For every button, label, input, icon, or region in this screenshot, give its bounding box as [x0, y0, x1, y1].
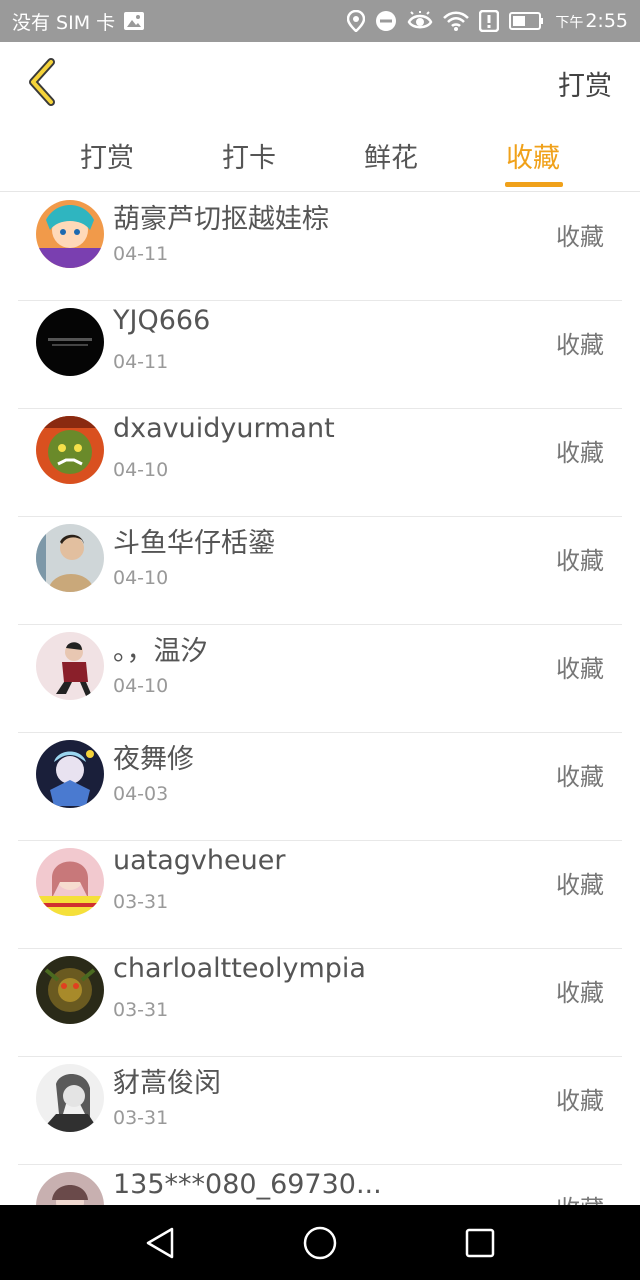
- avatar[interactable]: [36, 1064, 104, 1132]
- list-item[interactable]: 夜舞修 04-03 收藏: [18, 733, 622, 841]
- triangle-back-icon: [146, 1227, 174, 1259]
- chevron-left-icon: [29, 58, 55, 106]
- favorite-label: 收藏: [556, 1087, 604, 1115]
- eye-icon: [407, 11, 433, 31]
- favorite-label: 收藏: [556, 871, 604, 899]
- user-name: uatagvheuer: [113, 845, 286, 876]
- favorite-label: 收藏: [556, 331, 604, 359]
- navigation-bar: [0, 1205, 640, 1280]
- user-name: dxavuidyurmant: [113, 413, 335, 444]
- list-item[interactable]: YJQ666 04-11 收藏: [18, 301, 622, 409]
- alert-icon: [479, 10, 500, 32]
- square-recents-icon: [465, 1228, 495, 1258]
- item-date: 04-10: [113, 459, 169, 481]
- item-date: 04-03: [113, 783, 169, 805]
- do-not-disturb-icon: [375, 10, 397, 32]
- user-name: 135***080_69730...: [113, 1169, 382, 1200]
- avatar[interactable]: [36, 848, 104, 916]
- item-date: 04-10: [113, 675, 169, 697]
- item-date: 03-31: [113, 891, 169, 913]
- avatar[interactable]: [36, 632, 104, 700]
- list-item[interactable]: 135***080_69730... 收藏: [18, 1165, 622, 1205]
- clock: 下午 2:55: [555, 10, 628, 32]
- avatar[interactable]: [36, 200, 104, 268]
- avatar[interactable]: [36, 1172, 104, 1205]
- wifi-icon: [443, 11, 470, 31]
- time-text: 2:55: [585, 10, 628, 32]
- user-name: 。，温汐: [113, 636, 208, 667]
- tab-flowers[interactable]: 鲜花: [336, 136, 446, 175]
- list-item[interactable]: 斗鱼华仔栝鎏 04-10 收藏: [18, 517, 622, 625]
- list-item[interactable]: dxavuidyurmant 04-10 收藏: [18, 409, 622, 517]
- active-tab-indicator: [505, 182, 563, 187]
- item-date: 03-31: [113, 999, 169, 1021]
- nav-recents-button[interactable]: [460, 1223, 500, 1263]
- favorite-label: 收藏: [556, 547, 604, 575]
- favorite-label: 收藏: [556, 979, 604, 1007]
- favorite-label: 收藏: [556, 763, 604, 791]
- avatar[interactable]: [36, 524, 104, 592]
- app-header: 打赏: [0, 42, 640, 122]
- nav-back-button[interactable]: [140, 1223, 180, 1263]
- avatar[interactable]: [36, 416, 104, 484]
- tab-reward[interactable]: 打赏: [52, 136, 162, 175]
- time-prefix: 下午: [555, 15, 584, 31]
- list-item[interactable]: charloaltteolympia 03-31 收藏: [18, 949, 622, 1057]
- tab-favorites[interactable]: 收藏: [478, 136, 588, 175]
- tab-bar: 打赏 打卡 鲜花 收藏: [0, 122, 640, 192]
- item-date: 04-10: [113, 567, 169, 589]
- item-date: 04-11: [113, 243, 169, 265]
- avatar[interactable]: [36, 740, 104, 808]
- avatar[interactable]: [36, 956, 104, 1024]
- item-date: 04-11: [113, 351, 169, 373]
- user-name: 葫豪芦切抠越娃棕: [113, 204, 329, 235]
- user-name: charloaltteolympia: [113, 953, 366, 984]
- battery-icon: [509, 11, 545, 31]
- tab-checkin[interactable]: 打卡: [194, 136, 304, 175]
- location-icon: [347, 10, 366, 32]
- circle-home-icon: [303, 1226, 337, 1260]
- favorite-label: 收藏: [556, 655, 604, 683]
- user-name: 夜舞修: [113, 744, 194, 775]
- list-item[interactable]: uatagvheuer 03-31 收藏: [18, 841, 622, 949]
- favorites-list: 葫豪芦切抠越娃棕 04-11 收藏 YJQ666 04-11 收藏 dxavui…: [0, 193, 640, 1205]
- reward-button[interactable]: 打赏: [558, 64, 612, 103]
- list-item[interactable]: 葫豪芦切抠越娃棕 04-11 收藏: [18, 193, 622, 301]
- nav-home-button[interactable]: [300, 1223, 340, 1263]
- user-name: YJQ666: [113, 305, 211, 336]
- favorite-label: 收藏: [556, 223, 604, 251]
- carrier-text: 没有 SIM 卡: [12, 11, 116, 34]
- back-button[interactable]: [22, 58, 62, 106]
- image-icon: [123, 11, 145, 31]
- list-item[interactable]: 豺蒿俊闵 03-31 收藏: [18, 1057, 622, 1165]
- list-item[interactable]: 。，温汐 04-10 收藏: [18, 625, 622, 733]
- status-bar: 没有 SIM 卡 下午 2:55: [0, 0, 640, 42]
- user-name: 斗鱼华仔栝鎏: [113, 528, 275, 559]
- favorite-label: 收藏: [556, 1189, 604, 1205]
- avatar[interactable]: [36, 308, 104, 376]
- user-name: 豺蒿俊闵: [113, 1068, 221, 1099]
- favorite-label: 收藏: [556, 439, 604, 467]
- item-date: 03-31: [113, 1107, 169, 1129]
